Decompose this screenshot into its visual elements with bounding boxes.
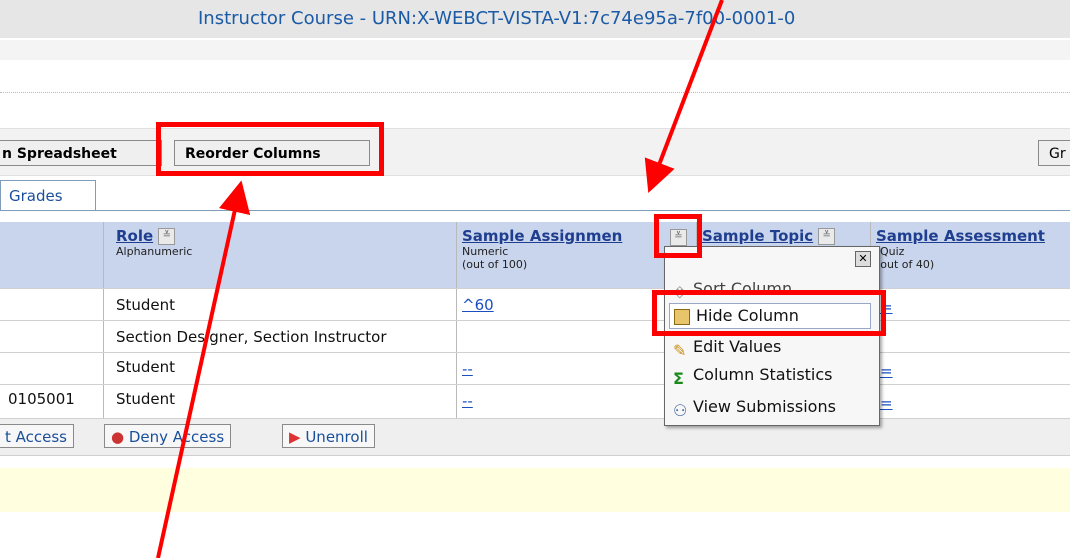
annotation-arrows [156, 0, 724, 558]
annotation-arrow-to-reorder [156, 180, 251, 558]
annotation-arrow-to-column-menu [644, 0, 724, 193]
